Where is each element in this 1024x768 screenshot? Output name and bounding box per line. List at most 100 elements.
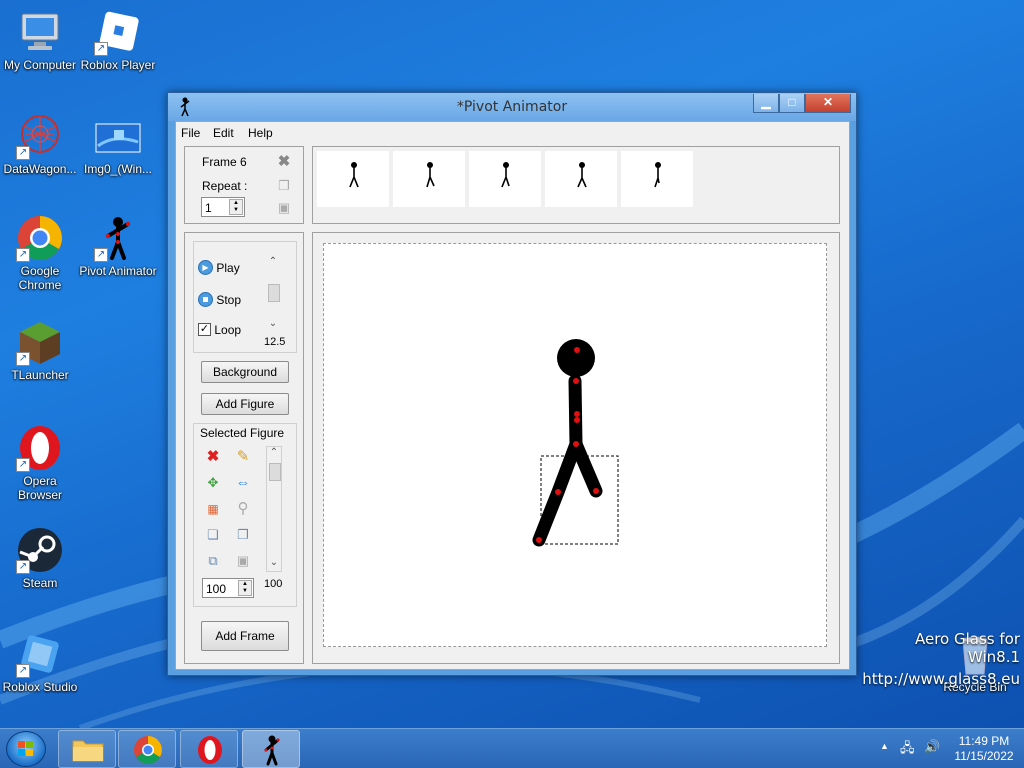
datawagon-icon: ↗ bbox=[16, 112, 64, 160]
shortcut-arrow-icon: ↗ bbox=[16, 352, 30, 366]
desktop-icon-my-computer[interactable]: My Computer bbox=[0, 8, 80, 72]
desktop-icon-label: Img0_(Win... bbox=[83, 162, 152, 176]
menu-help[interactable]: Help bbox=[248, 126, 273, 140]
desktop-icon-roblox-player[interactable]: ↗ Roblox Player bbox=[78, 8, 158, 72]
chevron-up-icon: ⌃ bbox=[269, 447, 279, 458]
play-button[interactable]: ▶ Play bbox=[198, 260, 240, 276]
stick-figure[interactable] bbox=[324, 244, 828, 648]
repeat-label: Repeat : bbox=[202, 179, 248, 193]
delete-frame-icon[interactable]: ✖ bbox=[275, 153, 293, 171]
desktop-icon-img0[interactable]: Img0_(Win... bbox=[78, 112, 158, 176]
shortcut-arrow-icon: ↗ bbox=[94, 248, 108, 262]
figure-size-stepper[interactable]: 100 ▲ ▼ bbox=[202, 578, 254, 598]
desktop-icon-datawagon[interactable]: ↗ DataWagon... bbox=[0, 112, 80, 176]
close-button[interactable]: ✕ bbox=[805, 94, 851, 113]
taskbar-pivot-animator[interactable] bbox=[242, 730, 300, 768]
frame-thumbnail[interactable] bbox=[317, 151, 389, 207]
roblox-icon: ↗ bbox=[94, 8, 142, 56]
loop-checkbox[interactable]: ✓ Loop bbox=[198, 322, 241, 337]
show-hidden-icons-icon[interactable]: ▲ bbox=[880, 741, 889, 751]
volume-icon[interactable]: 🔊 bbox=[924, 739, 940, 755]
shortcut-arrow-icon: ↗ bbox=[94, 42, 108, 56]
network-icon[interactable]: 🖧 bbox=[900, 739, 915, 761]
desktop-icon-google-chrome[interactable]: ↗ Google Chrome bbox=[0, 214, 80, 292]
desktop-icon-label: TLauncher bbox=[11, 368, 69, 382]
paste-frame-icon[interactable]: ▣ bbox=[275, 199, 293, 217]
repeat-stepper[interactable]: 1 ▲ ▼ bbox=[201, 197, 245, 217]
stop-button[interactable]: Stop bbox=[198, 292, 242, 308]
speed-slider-thumb[interactable] bbox=[268, 284, 280, 302]
watermark-line1: Aero Glass for Win8.1 bbox=[914, 630, 1020, 666]
stepper-arrows-icon[interactable]: ▲ ▼ bbox=[229, 199, 243, 215]
desktop-icon-label: My Computer bbox=[3, 58, 77, 72]
chrome-icon: ↗ bbox=[16, 214, 64, 262]
frame-label: Frame 6 bbox=[202, 155, 247, 169]
stage-canvas[interactable] bbox=[323, 243, 827, 647]
frame-info-panel: Frame 6 Repeat : 1 ▲ ▼ ✖ ❐ ▣ bbox=[184, 146, 304, 224]
menu-file[interactable]: File bbox=[181, 126, 200, 140]
copy-frame-icon[interactable]: ❐ bbox=[275, 177, 293, 195]
taskbar-opera[interactable] bbox=[180, 730, 238, 768]
figure-scale-value: 100 bbox=[264, 578, 283, 590]
desktop-icon-label: Pivot Animator bbox=[79, 264, 157, 278]
pivot-icon: ↗ bbox=[94, 214, 142, 262]
taskbar-chrome[interactable] bbox=[118, 730, 176, 768]
color-figure-icon[interactable]: ▦ bbox=[204, 500, 222, 518]
desktop-icon-label: Google Chrome bbox=[18, 264, 62, 292]
desktop-icon-roblox-studio[interactable]: ↗ Roblox Studio bbox=[0, 630, 80, 694]
playback-group: ▶ Play Stop ✓ Loop ⌃ ⌄ 12.5 bbox=[193, 241, 297, 353]
menu-edit[interactable]: Edit bbox=[213, 126, 234, 140]
title-bar[interactable]: *Pivot Animator ▁ □ ✕ bbox=[168, 93, 856, 121]
computer-icon bbox=[16, 8, 64, 56]
desktop-icon-steam[interactable]: ↗ Steam bbox=[0, 526, 80, 590]
stepper-arrows-icon[interactable]: ▲ ▼ bbox=[238, 580, 252, 596]
paste-figure-icon[interactable]: ▣ bbox=[234, 552, 252, 570]
delete-figure-icon[interactable]: ✖ bbox=[204, 448, 222, 466]
selected-figure-heading: Selected Figure bbox=[200, 426, 285, 440]
maximize-button[interactable]: □ bbox=[779, 94, 805, 113]
loop-label: Loop bbox=[214, 322, 242, 337]
join-figure-icon[interactable]: ⚲ bbox=[234, 500, 252, 518]
send-back-icon[interactable]: ❐ bbox=[234, 526, 252, 544]
speed-slider[interactable]: ⌃ ⌄ bbox=[266, 256, 282, 334]
add-frame-button[interactable]: Add Frame bbox=[201, 621, 289, 651]
speed-value: 12.5 bbox=[264, 336, 286, 348]
flip-figure-icon[interactable]: ⇔ bbox=[234, 474, 252, 492]
pivot-icon bbox=[264, 735, 280, 766]
controls-panel: ▶ Play Stop ✓ Loop ⌃ ⌄ 12.5 Background A… bbox=[184, 232, 304, 664]
minimize-button[interactable]: ▁ bbox=[753, 94, 779, 113]
desktop-icon-tlauncher[interactable]: ↗ TLauncher bbox=[0, 318, 80, 382]
chevron-up-icon: ⌃ bbox=[268, 256, 278, 267]
pivot-animator-window: *Pivot Animator ▁ □ ✕ File Edit Help Fra… bbox=[167, 92, 857, 676]
edit-figure-icon[interactable]: ✎ bbox=[234, 448, 252, 466]
window-client-area: File Edit Help Frame 6 Repeat : 1 ▲ ▼ ✖ ❐… bbox=[175, 121, 850, 670]
watermark-line2: http://www.glass8.eu bbox=[862, 670, 1020, 688]
chevron-down-icon: ⌄ bbox=[269, 557, 279, 568]
bring-front-icon[interactable]: ❏ bbox=[204, 526, 222, 544]
add-figure-button[interactable]: Add Figure bbox=[201, 393, 289, 415]
clock[interactable]: 11:49 PM 11/15/2022 bbox=[948, 734, 1020, 764]
figure-scale-slider[interactable]: ⌃ ⌄ bbox=[266, 446, 282, 572]
system-tray: ▲ 🖧 🔊 11:49 PM 11/15/2022 bbox=[864, 729, 1024, 768]
canvas-panel bbox=[312, 232, 840, 664]
taskbar-explorer[interactable] bbox=[58, 730, 116, 768]
taskbar: ▲ 🖧 🔊 11:49 PM 11/15/2022 bbox=[0, 728, 1024, 768]
stop-label: Stop bbox=[216, 292, 242, 307]
aero-glass-watermark: Aero Glass for Win8.1 http://www.glass8.… bbox=[860, 630, 1020, 688]
desktop-icon-label: Steam bbox=[22, 576, 58, 590]
frame-thumbnail[interactable] bbox=[393, 151, 465, 207]
desktop-icon-label: Opera Browser bbox=[17, 474, 62, 502]
image-file-icon bbox=[94, 112, 142, 160]
frame-thumbnail[interactable] bbox=[621, 151, 693, 207]
figure-scale-slider-thumb[interactable] bbox=[269, 463, 281, 481]
background-button[interactable]: Background bbox=[201, 361, 289, 383]
frame-thumbnail[interactable] bbox=[469, 151, 541, 207]
roblox-studio-icon: ↗ bbox=[16, 630, 64, 678]
copy-figure-icon[interactable]: ⧉ bbox=[204, 552, 222, 570]
frame-thumbnail[interactable] bbox=[545, 151, 617, 207]
desktop-icon-pivot-animator[interactable]: ↗ Pivot Animator bbox=[78, 214, 158, 278]
center-figure-icon[interactable]: ✥ bbox=[204, 474, 222, 492]
shortcut-arrow-icon: ↗ bbox=[16, 146, 30, 160]
desktop-icon-opera[interactable]: ↗ Opera Browser bbox=[0, 424, 80, 502]
start-button[interactable] bbox=[6, 731, 46, 767]
